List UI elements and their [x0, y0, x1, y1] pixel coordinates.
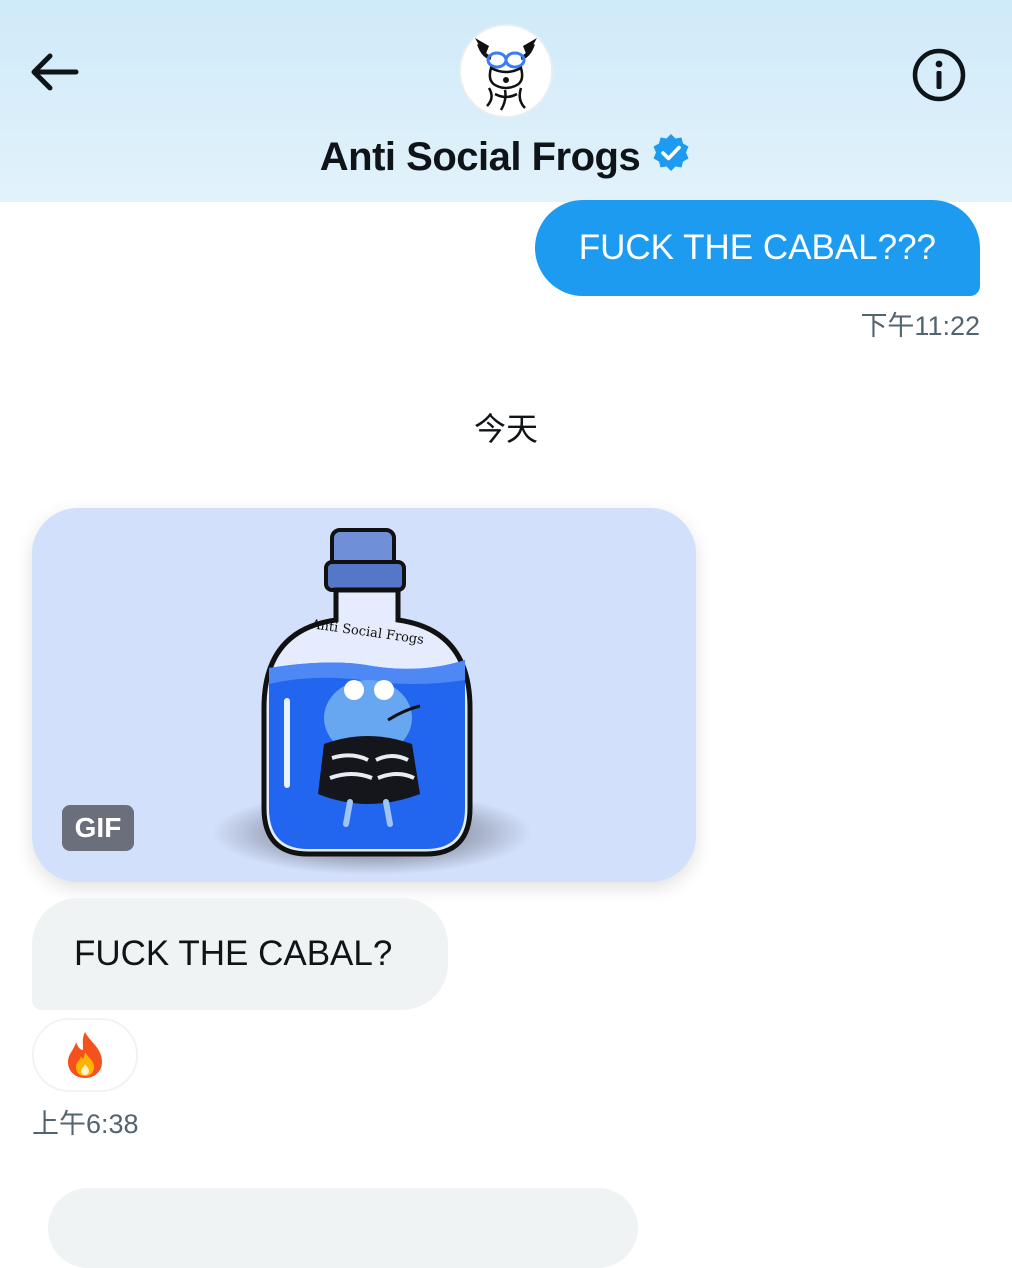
incoming-message-timestamp: 上午6:38 [32, 1109, 139, 1139]
outgoing-message-bubble[interactable]: FUCK THE CABAL??? [534, 200, 980, 296]
arrow-left-icon [31, 53, 79, 91]
incoming-gif-message[interactable]: Anti Social Frogs GIF [32, 508, 696, 882]
fire-reaction-button[interactable] [32, 1018, 138, 1092]
partial-message-bubble[interactable] [48, 1188, 638, 1268]
gif-badge: GIF [62, 805, 134, 851]
contact-name: Anti Social Frogs [319, 135, 641, 179]
info-circle-icon [912, 48, 966, 102]
contact-avatar[interactable] [459, 24, 553, 118]
conversation-header: Anti Social Frogs [0, 0, 1012, 202]
fire-emoji-icon [68, 1032, 102, 1078]
conversation-info-button[interactable] [910, 46, 968, 104]
verified-badge-icon [650, 132, 692, 174]
contact-name-row[interactable]: Anti Social Frogs [0, 132, 1012, 182]
incoming-message-text: FUCK THE CABAL? [74, 934, 393, 973]
back-button[interactable] [26, 50, 80, 94]
day-separator: 今天 [473, 411, 538, 447]
outgoing-message-text: FUCK THE CABAL??? [578, 228, 936, 267]
frog-avatar-image [461, 26, 551, 116]
outgoing-message-timestamp: 下午11:22 [860, 311, 980, 341]
incoming-message-bubble[interactable]: FUCK THE CABAL? [32, 898, 448, 1010]
